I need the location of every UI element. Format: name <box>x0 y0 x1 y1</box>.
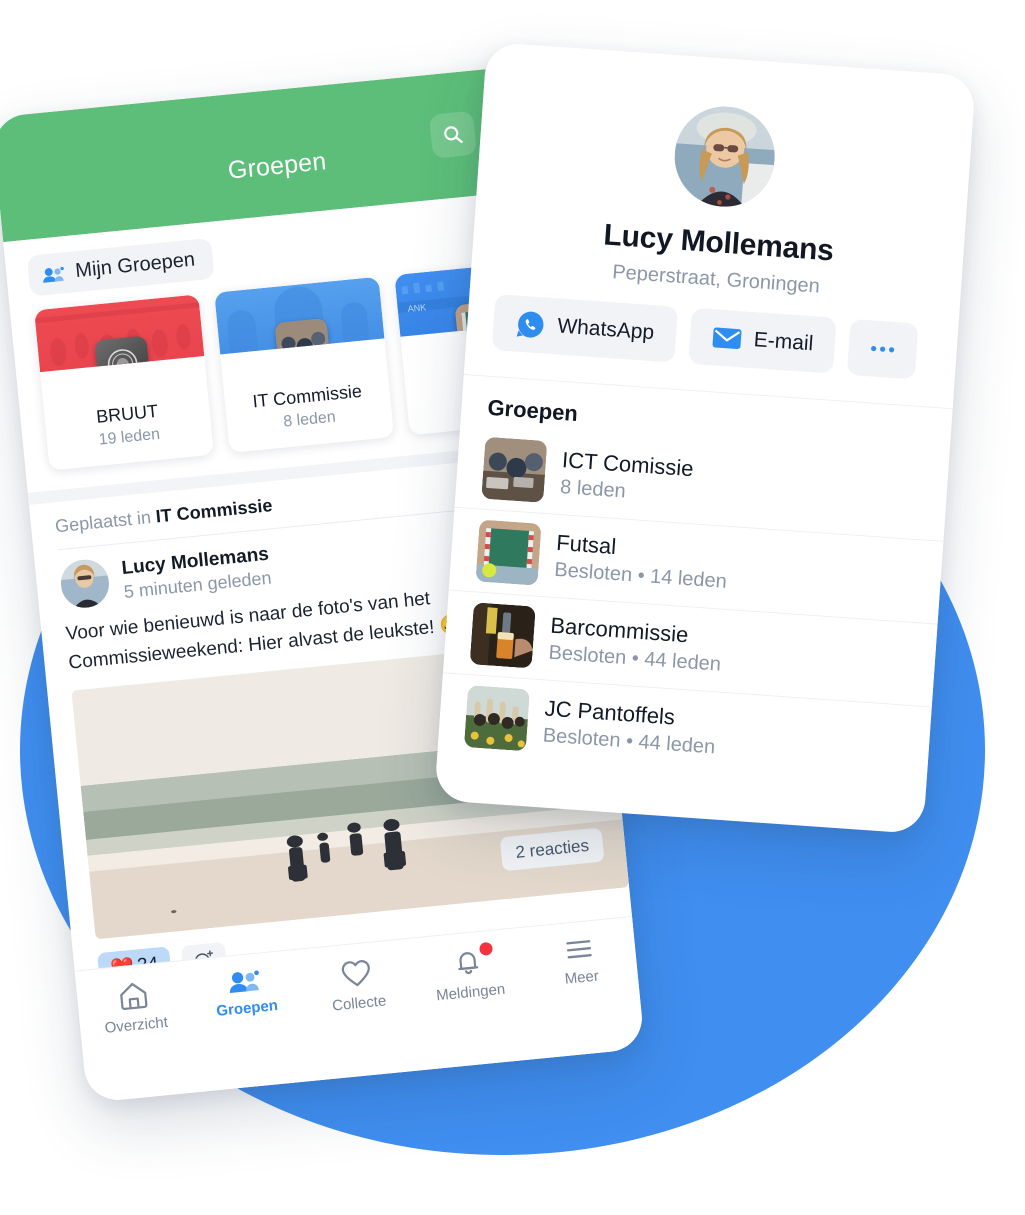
group-thumbnail <box>463 685 531 752</box>
heart-icon <box>341 960 370 987</box>
ellipsis-icon <box>871 345 895 353</box>
profile-groups-section: Groepen ICT Comissie 8 leden Futsal Besl… <box>437 374 953 790</box>
tab-label: Meer <box>563 967 600 988</box>
group-thumbnail <box>475 519 542 586</box>
bruut-crest-icon <box>107 349 138 373</box>
tab-overzicht[interactable]: Overzicht <box>76 975 193 1040</box>
home-icon <box>120 982 148 1011</box>
phone-profile-screen: Lucy Mollemans Peperstraat, Groningen Wh… <box>434 41 976 835</box>
more-actions-button[interactable] <box>847 318 919 380</box>
post-context-group[interactable]: IT Commissie <box>155 495 273 526</box>
notification-badge <box>478 941 494 956</box>
bar-thumb <box>469 602 536 669</box>
tab-groepen[interactable]: Groepen <box>188 964 304 1023</box>
group-thumbnail <box>481 436 548 503</box>
email-label: E-mail <box>753 328 815 356</box>
search-button[interactable] <box>428 110 477 159</box>
tab-label: Collecte <box>331 992 388 1015</box>
avatar <box>58 557 112 610</box>
group-card[interactable]: IT Commissie 8 leden <box>214 276 395 453</box>
tab-label: Meldingen <box>435 980 506 1005</box>
tab-label: Overzicht <box>103 1013 169 1037</box>
ict-thumb <box>481 436 548 503</box>
group-card-banner <box>214 276 385 355</box>
filter-chip-label: Mijn Groepen <box>74 248 196 283</box>
group-card-banner <box>34 294 205 373</box>
email-button[interactable]: E-mail <box>688 307 838 374</box>
tab-meer[interactable]: Meer <box>522 931 638 992</box>
futsal-thumb <box>475 519 542 586</box>
screenshot-stage: Groepen Mijn Groepen BRUUT 19 leden IT C… <box>0 0 1025 1215</box>
ict-photo <box>273 317 331 355</box>
search-icon <box>444 126 463 144</box>
group-thumbnail <box>469 602 536 669</box>
hamburger-icon <box>566 940 592 959</box>
people-icon <box>43 266 64 283</box>
svg-text:ANK: ANK <box>407 302 426 314</box>
whatsapp-icon <box>516 311 544 338</box>
whatsapp-button[interactable]: WhatsApp <box>491 294 678 363</box>
group-card-avatar <box>93 335 151 373</box>
mail-icon <box>712 327 742 350</box>
tab-label: Groepen <box>215 996 279 1020</box>
page-title: Groepen <box>226 147 328 185</box>
avatar[interactable] <box>671 103 779 211</box>
profile-photo <box>671 103 779 211</box>
jc-thumb <box>463 685 531 752</box>
group-card-avatar <box>273 317 331 355</box>
lucy-avatar-photo <box>58 557 112 610</box>
people-icon <box>229 970 259 994</box>
tab-collecte[interactable]: Collecte <box>299 953 416 1018</box>
profile-header: Lucy Mollemans Peperstraat, Groningen Wh… <box>463 41 976 409</box>
post-context-prefix: Geplaatst in <box>54 506 157 537</box>
group-card[interactable]: BRUUT 19 leden <box>34 294 214 471</box>
whatsapp-label: WhatsApp <box>556 314 655 345</box>
tab-meldingen[interactable]: Meldingen <box>411 941 528 1007</box>
